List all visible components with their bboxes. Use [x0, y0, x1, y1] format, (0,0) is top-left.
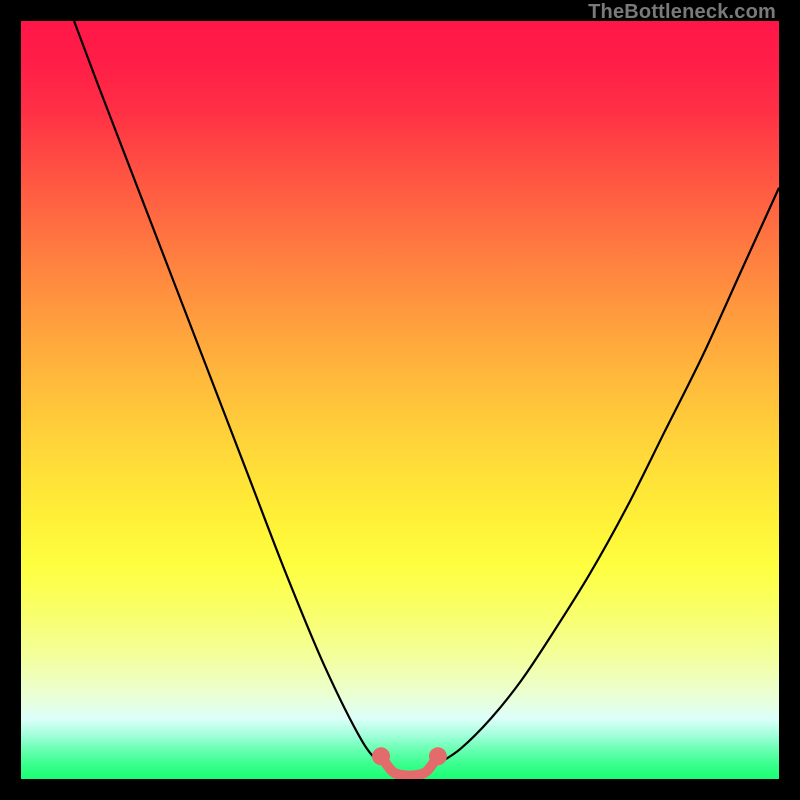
plot-area [21, 21, 779, 779]
watermark-text: TheBottleneck.com [588, 1, 776, 24]
marker-segment [372, 747, 447, 775]
curves-layer [21, 21, 779, 779]
left-curve [74, 21, 381, 764]
chart-frame: TheBottleneck.com [0, 0, 800, 800]
right-curve [438, 188, 779, 764]
